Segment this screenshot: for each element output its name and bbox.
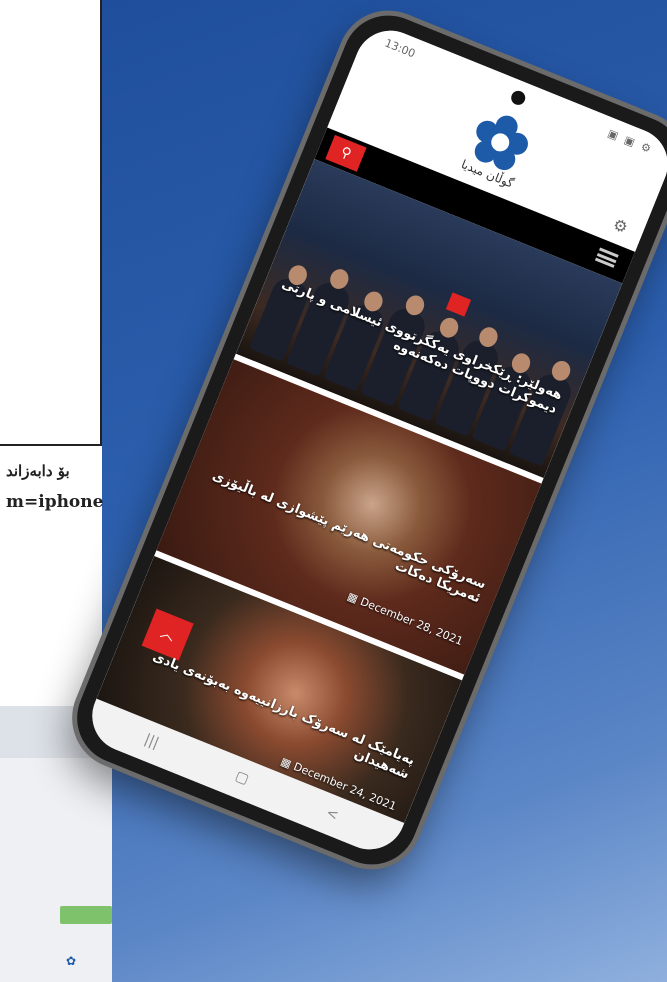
framed-box — [0, 0, 102, 446]
partial-screenshot-button — [60, 906, 112, 924]
recents-icon[interactable]: ||| — [142, 731, 161, 751]
back-icon[interactable]: < — [324, 805, 341, 824]
side-link-text: m=iphone — [6, 492, 104, 512]
hamburger-icon[interactable] — [594, 247, 619, 268]
partial-flower-icon: ✿ — [66, 954, 77, 968]
side-caption: بۆ دابەزاند — [6, 462, 70, 480]
home-icon[interactable]: ▢ — [233, 768, 251, 788]
